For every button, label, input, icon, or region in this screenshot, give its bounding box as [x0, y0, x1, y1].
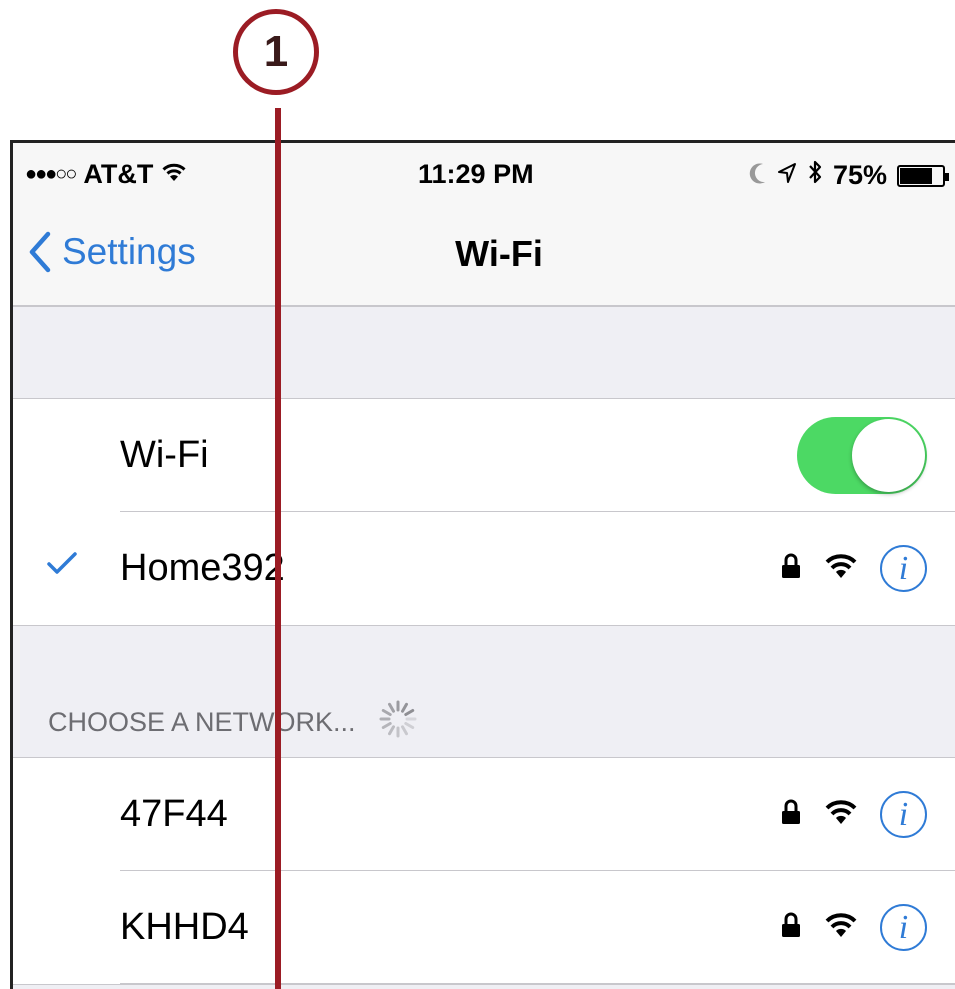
choose-network-header: CHOOSE A NETWORK... [48, 699, 418, 746]
wifi-icon [824, 911, 858, 944]
network-accessories: i [780, 904, 927, 951]
carrier-name: AT&T [83, 159, 154, 189]
callout-line [275, 108, 281, 989]
location-arrow-icon [777, 160, 797, 191]
battery-icon [897, 164, 949, 187]
loading-spinner-icon [378, 699, 418, 746]
wifi-toggle-switch[interactable] [797, 417, 927, 494]
network-list: 47F44 i KHHD4 i [13, 757, 955, 985]
signal-strength: ●●●○○ [25, 163, 77, 185]
wifi-group: Wi-Fi Home392 i [13, 398, 955, 626]
network-accessories: i [780, 545, 927, 592]
wifi-icon [824, 552, 858, 585]
network-accessories: i [780, 791, 927, 838]
lock-icon [780, 799, 802, 830]
section-header-label: CHOOSE A NETWORK... [48, 707, 356, 737]
connected-network-name: Home392 [120, 547, 285, 589]
info-icon[interactable]: i [880, 791, 927, 838]
lock-icon [780, 553, 802, 584]
status-right: 75% [749, 159, 949, 192]
moon-icon [749, 160, 767, 191]
toggle-knob [852, 419, 925, 492]
divider [120, 983, 955, 984]
connected-network-row[interactable]: Home392 i [13, 512, 955, 625]
phone-screen: ●●●○○ AT&T 11:29 PM 75% Settings Wi-Fi W… [10, 140, 955, 989]
lock-icon [780, 912, 802, 943]
list-item[interactable]: 47F44 i [13, 758, 955, 871]
wifi-toggle-label: Wi-Fi [120, 434, 209, 476]
navigation-bar: Settings Wi-Fi [13, 205, 955, 307]
page-title: Wi-Fi [455, 233, 543, 274]
battery-percent: 75% [832, 160, 887, 190]
network-name: 47F44 [120, 793, 228, 835]
status-bar: ●●●○○ AT&T 11:29 PM 75% [13, 143, 955, 205]
status-left: ●●●○○ AT&T [25, 159, 187, 190]
callout-number: 1 [233, 9, 319, 95]
checkmark-icon [46, 550, 78, 581]
bluetooth-icon [807, 159, 823, 192]
info-icon[interactable]: i [880, 545, 927, 592]
network-name: KHHD4 [120, 906, 249, 948]
wifi-icon [161, 159, 187, 190]
info-icon[interactable]: i [880, 904, 927, 951]
wifi-toggle-row: Wi-Fi [13, 399, 955, 512]
status-time: 11:29 PM [418, 159, 534, 189]
list-item[interactable]: KHHD4 i [13, 871, 955, 984]
wifi-icon [824, 798, 858, 831]
